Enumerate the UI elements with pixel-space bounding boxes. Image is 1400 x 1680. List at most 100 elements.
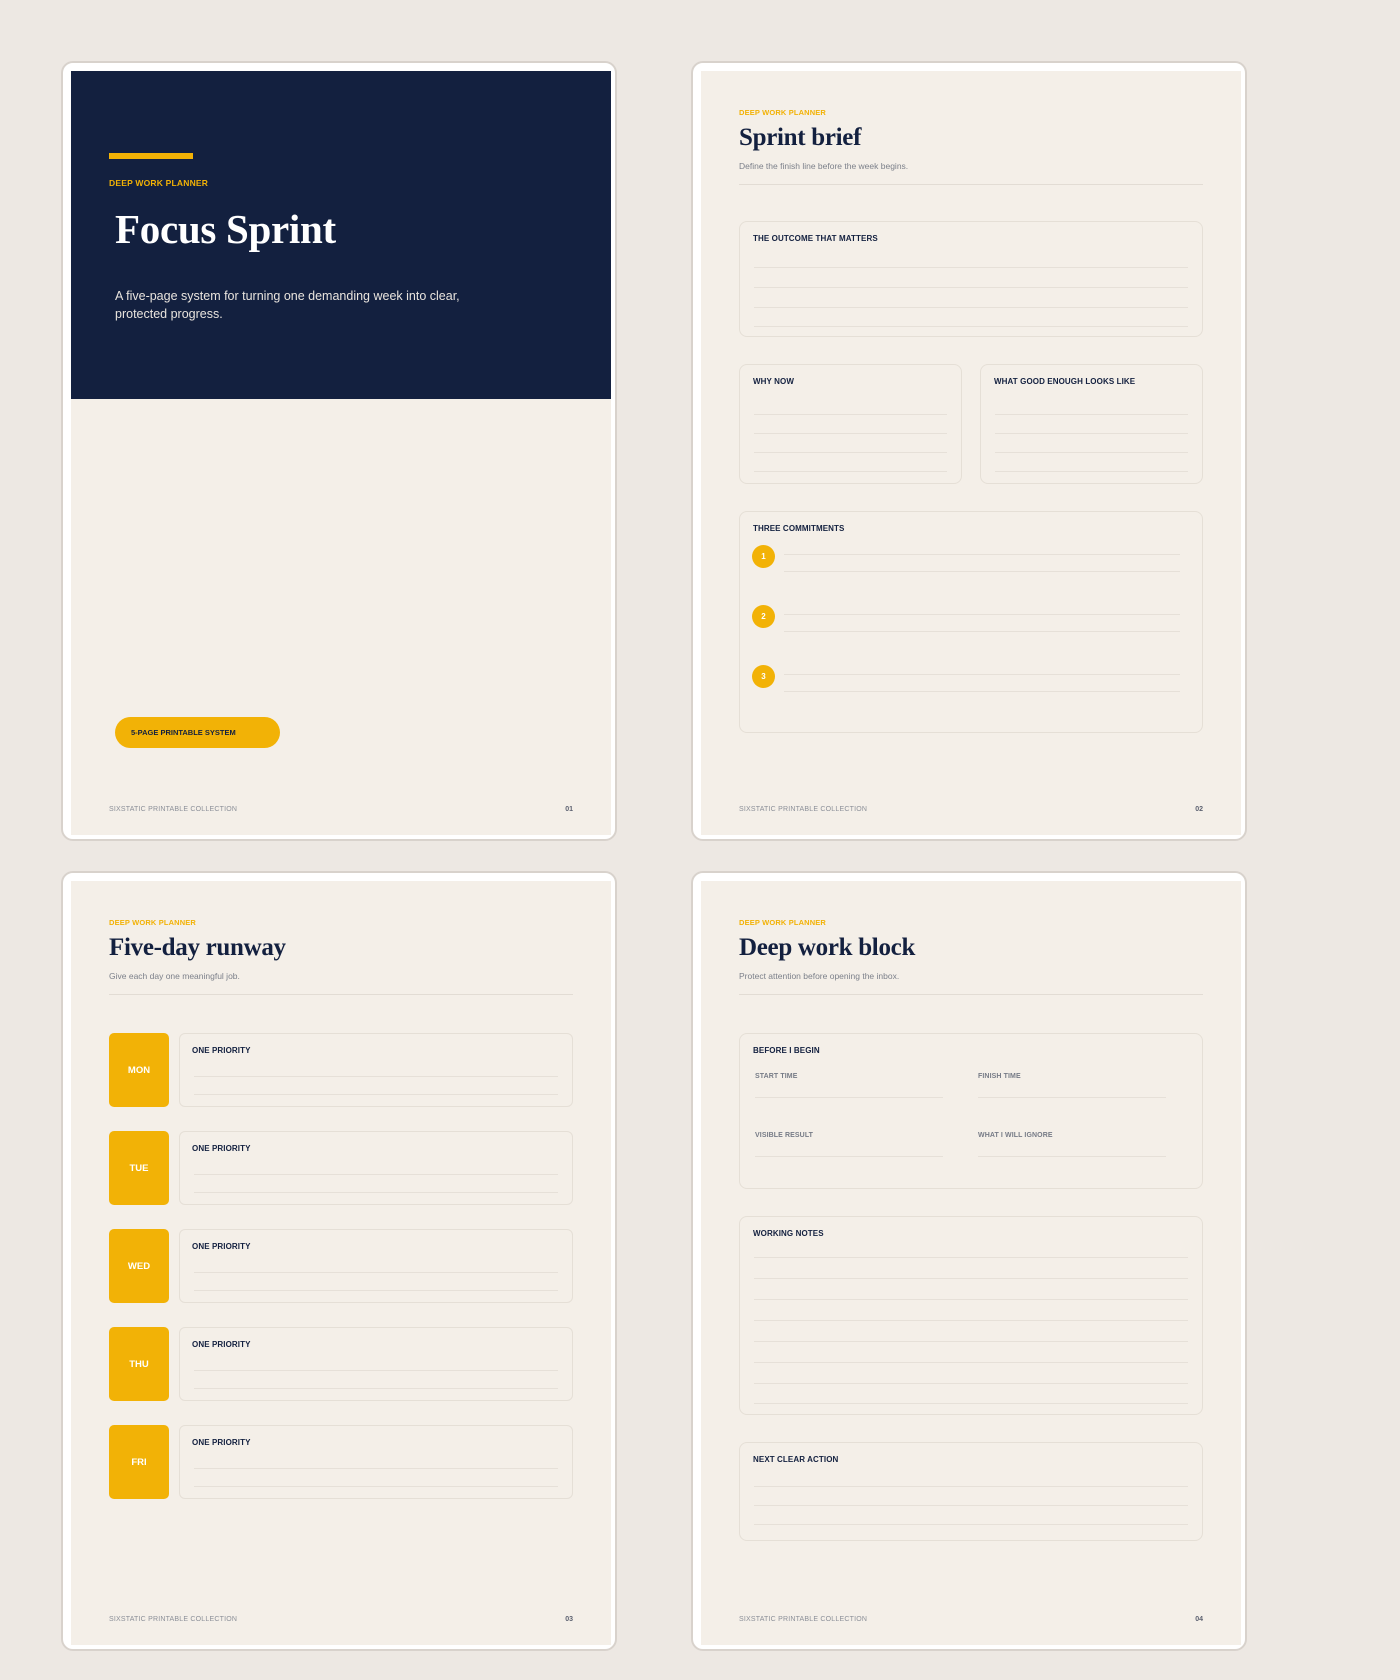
page-eyebrow: DEEP WORK PLANNER bbox=[739, 108, 827, 117]
writing-line bbox=[194, 1370, 558, 1371]
writing-line bbox=[784, 674, 1180, 675]
priority-label: ONE PRIORITY bbox=[192, 1242, 251, 1251]
writing-line bbox=[754, 1257, 1188, 1258]
page-title: Five-day runway bbox=[109, 934, 286, 961]
writing-line bbox=[995, 433, 1188, 434]
day-tab: MON bbox=[109, 1033, 169, 1107]
writing-line bbox=[754, 1341, 1188, 1342]
header-divider bbox=[739, 994, 1203, 995]
page-subtitle: Define the finish line before the week b… bbox=[739, 161, 909, 171]
writing-line bbox=[755, 1097, 943, 1098]
writing-line bbox=[754, 1299, 1188, 1300]
page-number: 01 bbox=[565, 806, 573, 813]
writing-line bbox=[784, 691, 1180, 692]
commitment-number-badge: 2 bbox=[752, 605, 775, 628]
cover-header-panel: DEEP WORK PLANNER Focus Sprint A five-pa… bbox=[71, 71, 611, 399]
priority-box: ONE PRIORITY bbox=[179, 1131, 573, 1205]
cover-description: A five-page system for turning one deman… bbox=[115, 289, 460, 321]
header-divider bbox=[739, 184, 1203, 185]
writing-line bbox=[194, 1388, 558, 1389]
commitment-number-badge: 1 bbox=[752, 545, 775, 568]
writing-line bbox=[754, 1320, 1188, 1321]
page-eyebrow: DEEP WORK PLANNER bbox=[109, 918, 197, 927]
writing-line bbox=[754, 1383, 1188, 1384]
writing-line bbox=[978, 1156, 1166, 1157]
field-label: VISIBLE RESULT bbox=[755, 1132, 814, 1139]
writing-line bbox=[754, 1403, 1188, 1404]
page-number: 04 bbox=[1195, 1616, 1203, 1623]
page-subtitle: Protect attention before opening the inb… bbox=[739, 971, 900, 981]
commitments-section: THREE COMMITMENTS 1 2 3 bbox=[739, 511, 1203, 733]
writing-line bbox=[754, 287, 1188, 288]
writing-line bbox=[754, 1278, 1188, 1279]
writing-line bbox=[784, 554, 1180, 555]
header-divider bbox=[109, 994, 573, 995]
writing-line bbox=[194, 1094, 558, 1095]
writing-line bbox=[754, 267, 1188, 268]
footer-brand: SIXSTATIC PRINTABLE COLLECTION bbox=[739, 1616, 868, 1623]
page-card-sprint-brief: DEEP WORK PLANNER Sprint brief Define th… bbox=[691, 61, 1247, 841]
writing-line bbox=[194, 1468, 558, 1469]
page-number: 03 bbox=[565, 1616, 573, 1623]
writing-line bbox=[784, 631, 1180, 632]
writing-line bbox=[194, 1272, 558, 1273]
section-label: WORKING NOTES bbox=[753, 1229, 824, 1238]
writing-line bbox=[784, 571, 1180, 572]
priority-box: ONE PRIORITY bbox=[179, 1033, 573, 1107]
writing-line bbox=[754, 326, 1188, 327]
page-paper: DEEP WORK PLANNER Deep work block Protec… bbox=[701, 881, 1241, 1645]
page-number: 02 bbox=[1195, 806, 1203, 813]
writing-line bbox=[754, 1524, 1188, 1525]
writing-line bbox=[978, 1097, 1166, 1098]
cover-eyebrow: DEEP WORK PLANNER bbox=[109, 178, 209, 188]
writing-line bbox=[754, 1486, 1188, 1487]
page-card-cover: DEEP WORK PLANNER Focus Sprint A five-pa… bbox=[61, 61, 617, 841]
writing-line bbox=[194, 1076, 558, 1077]
priority-box: ONE PRIORITY bbox=[179, 1327, 573, 1401]
section-label: NEXT CLEAR ACTION bbox=[753, 1455, 839, 1464]
page-title: Sprint brief bbox=[739, 124, 862, 151]
page-title: Deep work block bbox=[739, 934, 916, 961]
writing-line bbox=[194, 1192, 558, 1193]
accent-bar bbox=[109, 153, 193, 159]
day-tab: FRI bbox=[109, 1425, 169, 1499]
writing-line bbox=[754, 433, 947, 434]
writing-line bbox=[784, 614, 1180, 615]
section-label: WHY NOW bbox=[753, 377, 794, 386]
page-paper: DEEP WORK PLANNER Focus Sprint A five-pa… bbox=[71, 71, 611, 835]
footer-brand: SIXSTATIC PRINTABLE COLLECTION bbox=[739, 806, 868, 813]
outcome-section: THE OUTCOME THAT MATTERS bbox=[739, 221, 1203, 337]
cover-title: Focus Sprint bbox=[115, 206, 336, 252]
writing-line bbox=[194, 1486, 558, 1487]
writing-line bbox=[995, 414, 1188, 415]
priority-box: ONE PRIORITY bbox=[179, 1425, 573, 1499]
writing-line bbox=[194, 1174, 558, 1175]
page-eyebrow: DEEP WORK PLANNER bbox=[739, 918, 827, 927]
writing-line bbox=[754, 414, 947, 415]
writing-line bbox=[995, 452, 1188, 453]
priority-label: ONE PRIORITY bbox=[192, 1046, 251, 1055]
page-paper: DEEP WORK PLANNER Sprint brief Define th… bbox=[701, 71, 1241, 835]
page-subtitle: Give each day one meaningful job. bbox=[109, 971, 240, 981]
commitment-number-badge: 3 bbox=[752, 665, 775, 688]
writing-line bbox=[995, 471, 1188, 472]
priority-label: ONE PRIORITY bbox=[192, 1438, 251, 1447]
writing-line bbox=[754, 307, 1188, 308]
working-notes-section: WORKING NOTES bbox=[739, 1216, 1203, 1415]
footer-brand: SIXSTATIC PRINTABLE COLLECTION bbox=[109, 806, 238, 813]
page-card-five-day-runway: DEEP WORK PLANNER Five-day runway Give e… bbox=[61, 871, 617, 1651]
section-label: THREE COMMITMENTS bbox=[753, 524, 845, 533]
section-label: WHAT GOOD ENOUGH LOOKS LIKE bbox=[994, 377, 1136, 386]
page-card-deep-work-block: DEEP WORK PLANNER Deep work block Protec… bbox=[691, 871, 1247, 1651]
field-label: WHAT I WILL IGNORE bbox=[978, 1132, 1053, 1139]
page-paper: DEEP WORK PLANNER Five-day runway Give e… bbox=[71, 881, 611, 1645]
field-label: FINISH TIME bbox=[978, 1073, 1021, 1080]
why-now-section: WHY NOW bbox=[739, 364, 962, 484]
priority-label: ONE PRIORITY bbox=[192, 1144, 251, 1153]
section-label: THE OUTCOME THAT MATTERS bbox=[753, 234, 878, 243]
section-label: BEFORE I BEGIN bbox=[753, 1046, 820, 1055]
writing-line bbox=[754, 452, 947, 453]
system-badge: 5-PAGE PRINTABLE SYSTEM bbox=[115, 717, 280, 748]
priority-box: ONE PRIORITY bbox=[179, 1229, 573, 1303]
field-label: START TIME bbox=[755, 1073, 798, 1080]
